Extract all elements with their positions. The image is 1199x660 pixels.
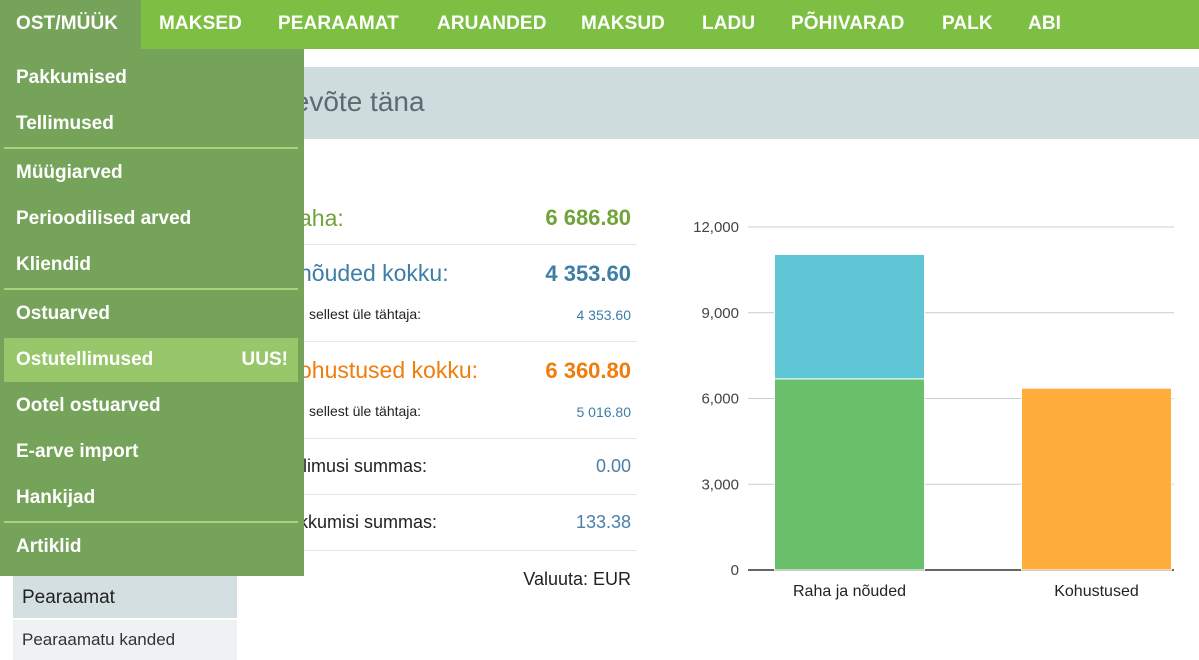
y-tick-label: 12,000 (693, 219, 739, 236)
menu-item-hankijad[interactable]: Hankijad (4, 476, 298, 520)
x-category-label: Raha ja nõuded (793, 583, 906, 600)
menu-item-perioodilised-arved[interactable]: Perioodilised arved (4, 197, 298, 241)
raha-value: 6 686.80 (545, 205, 631, 230)
y-tick-label: 3,000 (701, 476, 739, 493)
nav-aruanded[interactable]: ARUANDED (437, 0, 547, 49)
y-tick-label: 6,000 (701, 391, 739, 408)
leftnav-section-pearaamat[interactable]: Pearaamat (13, 576, 237, 618)
nav-abi[interactable]: ABI (1028, 0, 1061, 49)
kohustused-label: ohustused kokku: (299, 357, 479, 383)
chart-bars (774, 253, 1172, 571)
nouded-overdue-value[interactable]: 4 353.60 (577, 307, 632, 323)
menu-item-kliendid[interactable]: Kliendid (4, 243, 298, 287)
menu-item-pakkumised[interactable]: Pakkumised (4, 56, 298, 100)
menu-item-muugiarved[interactable]: Müügiarved (4, 151, 298, 195)
new-badge: UUS! (241, 349, 288, 370)
chart-bar (774, 378, 925, 571)
nouded-overdue-label: sellest üle tähtaja: (309, 306, 422, 322)
page-title: tevõte täna (286, 86, 425, 117)
menu-item-ostuarved[interactable]: Ostuarved (4, 292, 298, 336)
currency-label: Valuuta: EUR (523, 569, 631, 589)
nav-palk[interactable]: PALK (942, 0, 993, 49)
menu-divider (4, 288, 298, 290)
balance-chart: 0 3,000 6,000 9,000 12,000 Raha ja nõuded Kohu… (693, 219, 1174, 600)
menu-item-e-arve-import[interactable]: E-arve import (4, 430, 298, 474)
nav-ost-muuk[interactable]: OST/MÜÜK (0, 0, 141, 49)
menu-item-artiklid[interactable]: Artiklid (4, 525, 298, 569)
tellimusi-label: llimusi summas: (299, 456, 428, 476)
pakkumisi-value[interactable]: 133.38 (576, 512, 631, 533)
nav-maksud[interactable]: MAKSUD (581, 0, 665, 49)
chart-bar (774, 253, 925, 380)
menu-item-ootel-ostuarved[interactable]: Ootel ostuarved (4, 384, 298, 428)
kohustused-overdue-label: sellest üle tähtaja: (309, 403, 422, 419)
kohustused-value: 6 360.80 (545, 358, 631, 383)
nav-pohivarad[interactable]: PÕHIVARAD (791, 0, 905, 49)
menu-item-label: Ostutellimused (16, 349, 154, 370)
y-tick-label: 9,000 (701, 305, 739, 322)
menu-divider (4, 147, 298, 149)
x-category-label: Kohustused (1054, 583, 1139, 600)
y-tick-label: 0 (731, 562, 739, 579)
nav-maksed[interactable]: MAKSED (159, 0, 242, 49)
raha-label: aha: (299, 205, 344, 231)
leftnav-item-pearaamatu-kanded[interactable]: Pearaamatu kanded (13, 620, 237, 660)
nav-ladu[interactable]: LADU (702, 0, 755, 49)
menu-divider (4, 521, 298, 523)
tellimusi-value[interactable]: 0.00 (596, 456, 631, 477)
nav-pearaamat[interactable]: PEARAAMAT (278, 0, 399, 49)
menu-item-tellimused[interactable]: Tellimused (4, 102, 298, 146)
kohustused-overdue-value[interactable]: 5 016.80 (577, 404, 632, 420)
nouded-value: 4 353.60 (545, 261, 631, 286)
menu-item-ostutellimused[interactable]: Ostutellimused UUS! (4, 338, 298, 382)
pakkumisi-label: kkumisi summas: (299, 512, 438, 532)
nouded-label: nõuded kokku: (299, 260, 449, 286)
chart-bar (1021, 387, 1172, 571)
ost-muuk-dropdown: Pakkumised Tellimused Müügiarved Periood… (0, 49, 304, 576)
top-navigation: OST/MÜÜK MAKSED PEARAAMAT ARUANDED MAKSU… (0, 0, 1199, 49)
